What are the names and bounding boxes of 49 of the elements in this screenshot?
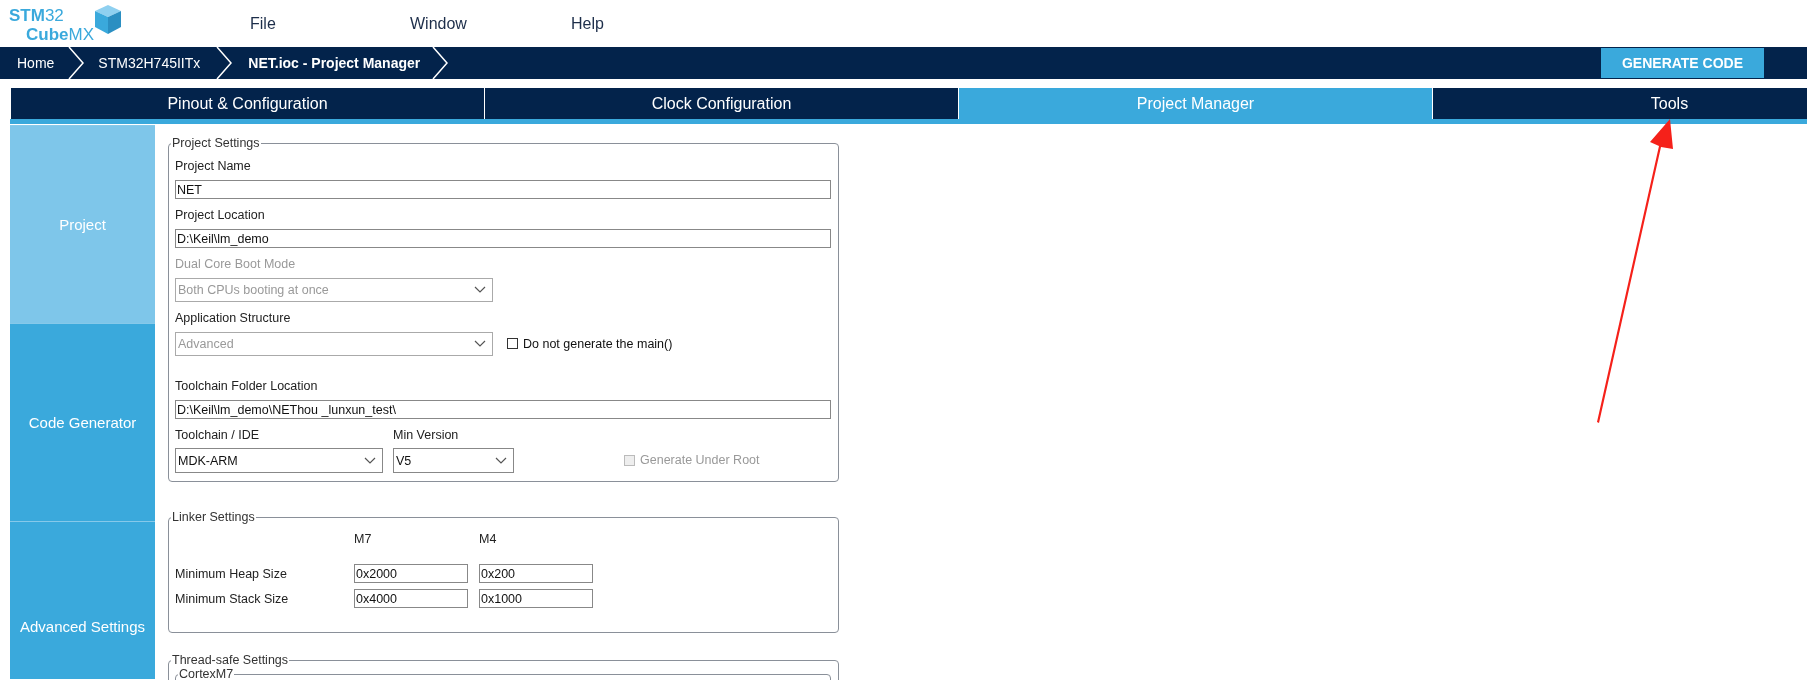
tab[interactable]: Tools [1432,88,1807,119]
breadcrumb[interactable]: STM32H745IITx [84,55,217,71]
field-label: Minimum Heap Size [175,566,288,581]
breadcrumb[interactable]: Home [0,55,69,71]
checkbox-label: Do not generate the main() [523,336,673,351]
field-label: Min Version [393,428,460,443]
chevron-down-icon [495,456,507,465]
logo-text: STM32 [9,5,65,25]
text-field[interactable]: D:\Keil\lm_demo [175,229,831,248]
chevron-down-icon [474,340,486,348]
chevron-down-icon [474,286,486,294]
field-label: Project Name [175,159,252,174]
chevron-down-icon [364,456,376,465]
text-field[interactable]: NET [175,180,831,199]
section-title: Project Settings [171,136,261,150]
menu-item[interactable]: Window [410,14,571,33]
dropdown-value: V5 [396,453,412,468]
section-title: CortexM7 [178,667,235,680]
chevron-icon [68,47,85,79]
menu-item[interactable]: Help [571,14,731,33]
dropdown-value: MDK-ARM [178,453,238,468]
field-label: Toolchain / IDE [175,428,261,443]
column-header: M7 [354,532,373,546]
field-label: Application Structure [175,311,292,326]
field-label: Dual Core Boot Mode [175,257,297,272]
section-title: Thread-safe Settings [171,653,290,667]
field-label: Minimum Stack Size [175,591,290,606]
section-title: Linker Settings [171,510,256,524]
text-field[interactable]: 0x200 [479,564,593,583]
dropdown[interactable]: V5 [393,448,514,473]
tab[interactable]: Clock Configuration [484,88,958,119]
chevron-icon [432,47,449,79]
text-field[interactable]: 0x2000 [354,564,468,583]
dropdown-value: Both CPUs booting at once [178,283,329,297]
chevron-icon [216,47,233,79]
menu-item[interactable]: File [250,14,410,33]
text-field[interactable]: D:\Keil\lm_demo\NEThou _lunxun_test\ [175,400,831,419]
text-field[interactable]: 0x1000 [479,589,593,608]
breadcrumb[interactable]: NET.ioc - Project Manager [232,55,433,71]
field-label: Project Location [175,208,266,223]
dropdown-value: Advanced [178,337,234,351]
cube-icon [94,3,122,35]
checkbox-label: Generate Under Root [640,453,760,467]
text-field[interactable]: 0x4000 [354,589,468,608]
tab[interactable]: Pinout & Configuration [10,88,484,119]
field-label: Toolchain Folder Location [175,379,319,394]
logo-text: CubeMX [25,24,94,44]
dropdown[interactable]: MDK-ARM [175,448,383,473]
column-header: M4 [479,532,498,546]
